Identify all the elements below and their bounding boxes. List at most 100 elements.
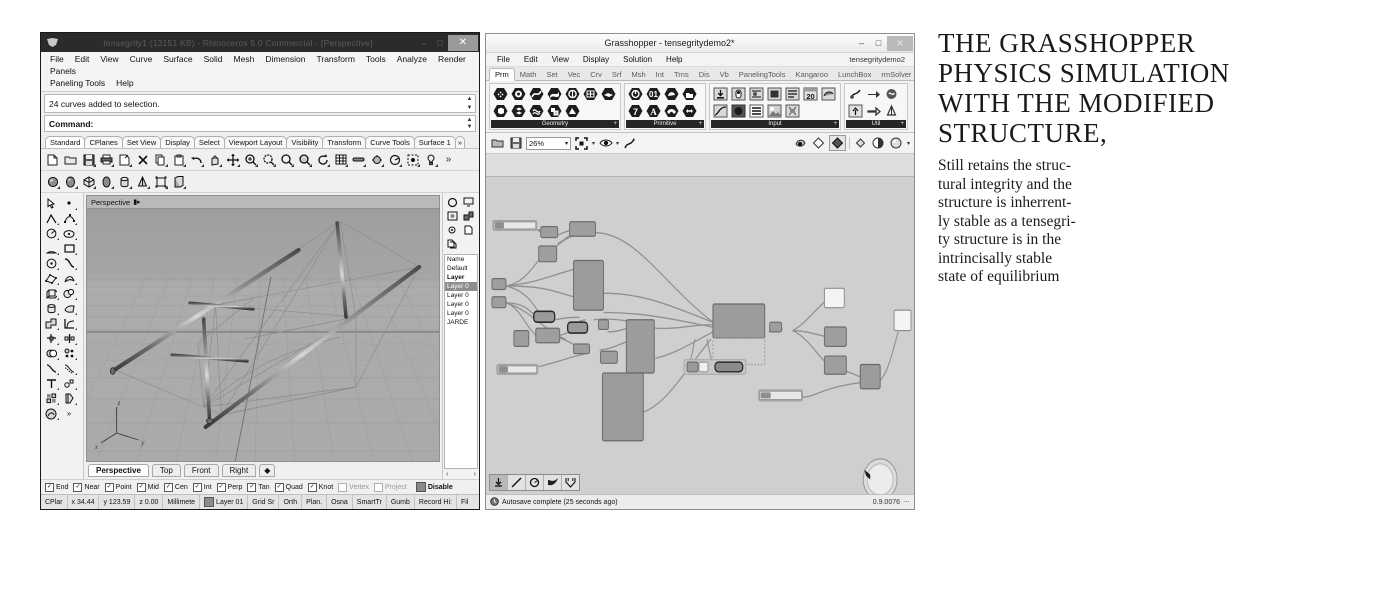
viewport-tab-add-icon[interactable]: ◆: [259, 464, 276, 477]
input-image-sampler-icon[interactable]: [765, 102, 783, 119]
gh-resize-grip[interactable]: ⋯: [903, 498, 910, 506]
status-layer[interactable]: Layer 01: [200, 495, 249, 509]
gh-tab-vb[interactable]: Vb: [715, 69, 734, 80]
zoom-extents-icon[interactable]: [574, 136, 589, 150]
gh-output-component-1[interactable]: [823, 326, 847, 347]
osnap-quad[interactable]: ✓ Quad: [274, 482, 303, 492]
param-geometry-icon[interactable]: [491, 85, 509, 102]
menu-file[interactable]: File: [45, 53, 70, 65]
menu-solid[interactable]: Solid: [199, 53, 229, 65]
status-smarttrack[interactable]: SmartTr: [353, 495, 387, 509]
settings-gear-icon[interactable]: [444, 223, 460, 237]
gh-tab-panelingtools[interactable]: PanelingTools: [734, 69, 791, 80]
layer-row-3[interactable]: Layer 0: [445, 291, 477, 300]
gh-param-2[interactable]: [491, 296, 507, 309]
menu-help[interactable]: Help: [111, 77, 139, 89]
menu-dimension[interactable]: Dimension: [260, 53, 311, 65]
gh-output-panel-2[interactable]: [893, 309, 912, 332]
osnap-mid[interactable]: ✓ Mid: [136, 482, 159, 492]
copy-to-clipboard-icon[interactable]: [116, 151, 133, 168]
layer-row-selected[interactable]: Layer 0: [445, 282, 477, 291]
gh-tab-msh[interactable]: Msh: [626, 69, 650, 80]
util-cone-icon[interactable]: [882, 102, 900, 119]
gh-group-input-expand[interactable]: +: [833, 121, 837, 127]
osnap-mid-checkbox[interactable]: ✓: [136, 482, 146, 492]
zoom-window-icon[interactable]: [278, 151, 295, 168]
osnap-end[interactable]: ✓ End: [45, 482, 68, 492]
toolbar-tab-viewport-layout[interactable]: Viewport Layout: [223, 136, 288, 148]
trim-icon[interactable]: [42, 331, 60, 346]
gh-group-primitive-expand[interactable]: +: [698, 121, 702, 127]
input-value-list-icon[interactable]: [747, 102, 765, 119]
toolbar-overflow-icon[interactable]: »: [440, 151, 457, 168]
layers-list[interactable]: Name Default Layer Layer 0 Layer 0 Layer…: [444, 254, 478, 469]
input-geometry-pipeline-icon[interactable]: [819, 85, 837, 102]
toolbar-tab-set-view[interactable]: Set View: [121, 136, 162, 148]
cone-icon[interactable]: [134, 173, 151, 190]
open-file-icon[interactable]: [62, 151, 79, 168]
gh-component-small-2[interactable]: [569, 221, 596, 237]
ellipse-icon[interactable]: [60, 226, 78, 241]
gh-tab-trns[interactable]: Trns: [669, 69, 694, 80]
zoom-extents-dropdown-icon[interactable]: ▾: [592, 140, 595, 147]
gh-tab-lunchbox[interactable]: LunchBox: [833, 69, 876, 80]
offset-curve-icon[interactable]: [60, 361, 78, 376]
preview-shaded-icon[interactable]: [793, 136, 808, 150]
copy-icon[interactable]: [152, 151, 169, 168]
toolbar-tab-cplanes[interactable]: CPlanes: [84, 136, 123, 148]
param-group-icon[interactable]: [545, 102, 563, 119]
param-integer-icon[interactable]: 01: [644, 85, 662, 102]
viewport-tab-front[interactable]: Front: [183, 464, 219, 477]
solid-box-icon[interactable]: [42, 286, 60, 301]
toolbar-tab-surface-1[interactable]: Surface 1: [413, 136, 456, 148]
circle-icon[interactable]: [42, 226, 60, 241]
status-osnap[interactable]: Osna: [327, 495, 353, 509]
gh-param-5[interactable]: [573, 343, 591, 355]
ellipsoid-icon[interactable]: [62, 173, 79, 190]
layers-nav-prev[interactable]: ‹: [446, 471, 448, 478]
param-interval-icon[interactable]: [662, 102, 680, 119]
render-icon[interactable]: [368, 151, 385, 168]
viewport-tab-perspective[interactable]: Perspective: [88, 464, 149, 477]
gh-toggle-group[interactable]: [683, 359, 747, 375]
gh-menu-help[interactable]: Help: [659, 54, 689, 65]
viewport-menu-icon[interactable]: ▮▸: [133, 198, 140, 206]
new-layer-icon[interactable]: [460, 223, 476, 237]
input-slider-icon[interactable]: [747, 85, 765, 102]
viewport-tab-right[interactable]: Right: [221, 464, 257, 477]
select-objects-icon[interactable]: [404, 151, 421, 168]
duplicate-layer-icon[interactable]: [444, 237, 460, 251]
blend-curve-icon[interactable]: [42, 361, 60, 376]
gh-close-button[interactable]: ✕: [887, 35, 913, 51]
array-icon[interactable]: [60, 346, 78, 361]
zoom-selected-icon[interactable]: [296, 151, 313, 168]
chevron-down-icon[interactable]: ▾: [565, 140, 568, 147]
torus-icon[interactable]: [98, 173, 115, 190]
command-input-scroll[interactable]: ▲ ▼: [465, 117, 474, 130]
move-icon[interactable]: [224, 151, 241, 168]
polyline-icon[interactable]: [42, 211, 60, 226]
zoom-in-icon[interactable]: [242, 151, 259, 168]
select-arrow-icon[interactable]: [42, 196, 60, 211]
menu-analyze[interactable]: Analyze: [392, 53, 433, 65]
solid-cylinder-icon[interactable]: [42, 301, 60, 316]
toolbar-tab-select[interactable]: Select: [193, 136, 225, 148]
gh-tab-kangaroo[interactable]: Kangaroo: [790, 69, 833, 80]
gh-output-component-2[interactable]: [823, 355, 847, 375]
save-icon[interactable]: [508, 136, 523, 150]
menu-paneling-tools[interactable]: Paneling Tools: [45, 77, 111, 89]
menu-surface[interactable]: Surface: [158, 53, 198, 65]
param-file-path-icon[interactable]: [680, 85, 698, 102]
input-graph-mapper-icon[interactable]: [711, 102, 729, 119]
gh-param-4[interactable]: [513, 330, 530, 347]
boolean-union-icon[interactable]: [42, 316, 60, 331]
menu-render[interactable]: Render: [433, 53, 472, 65]
undo-icon[interactable]: [188, 151, 205, 168]
input-button-icon[interactable]: [711, 85, 729, 102]
param-point-icon[interactable]: [509, 85, 527, 102]
gh-tab-math[interactable]: Math: [515, 69, 542, 80]
osnap-quad-checkbox[interactable]: ✓: [274, 482, 284, 492]
param-surface-icon[interactable]: [545, 85, 563, 102]
point-icon[interactable]: [60, 196, 78, 211]
surface-from-points-icon[interactable]: [42, 271, 60, 286]
